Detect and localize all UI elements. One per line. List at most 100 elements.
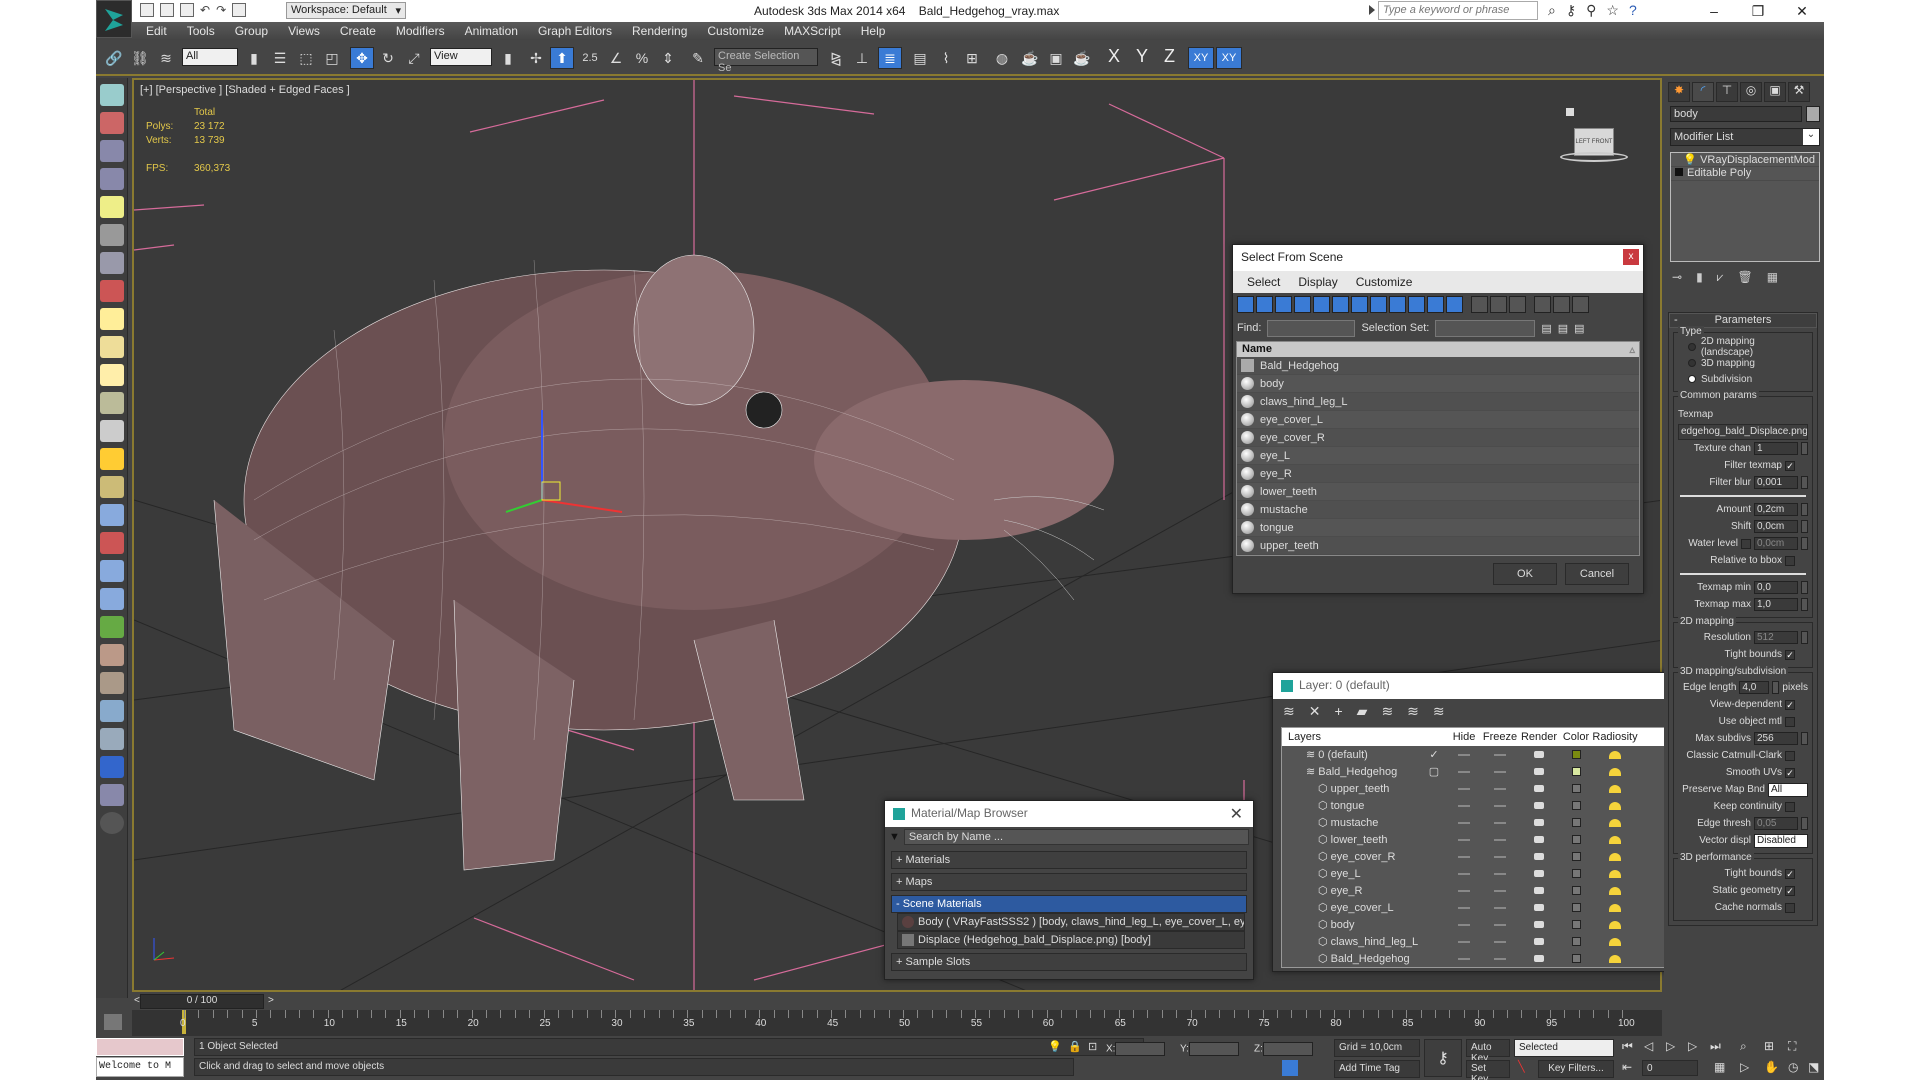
ies-light-icon[interactable]	[99, 420, 124, 442]
find-input[interactable]	[1267, 319, 1356, 337]
key-filter-icon[interactable]: ╲	[1518, 1060, 1525, 1073]
region-render-icon[interactable]	[99, 756, 124, 778]
select-rotate-icon[interactable]: ↻	[376, 47, 400, 69]
use-object-mtl-checkbox[interactable]: Use object mtl	[1678, 713, 1808, 730]
layer-manager-icon[interactable]: ≣	[878, 47, 902, 69]
bind-space-warp-icon[interactable]: ≋	[154, 47, 178, 69]
render-toggle-icon[interactable]	[1518, 783, 1560, 795]
hierarchy-tab-icon[interactable]: ⊤	[1716, 82, 1738, 102]
pin-stack-icon[interactable]: ⊸	[1672, 270, 1682, 285]
viewcube[interactable]: LEFT FRONT	[1560, 108, 1630, 168]
select-manipulate-icon[interactable]: ✢	[524, 47, 548, 69]
layer-name[interactable]: ⬡ eye_cover_L	[1282, 901, 1422, 914]
percent-snap-icon[interactable]: %	[630, 47, 654, 69]
layer-name[interactable]: ≋ Bald_Hedgehog	[1282, 765, 1422, 778]
freeze-all-layers-icon[interactable]: ≋	[1433, 703, 1445, 719]
display-hidden-icon[interactable]	[1446, 296, 1463, 313]
freeze-toggle[interactable]	[1482, 851, 1518, 863]
object-list-item[interactable]: upper_teeth	[1237, 537, 1639, 555]
display-lights-icon[interactable]	[1275, 296, 1292, 313]
hide-toggle[interactable]	[1446, 800, 1482, 812]
help-circle-icon[interactable]	[99, 812, 124, 834]
axis-z-constraint[interactable]: Z	[1164, 46, 1175, 67]
radiosity-toggle-icon[interactable]	[1592, 868, 1638, 880]
align-icon[interactable]: ⊥	[850, 47, 874, 69]
render-production-icon[interactable]: ☕	[1070, 47, 1094, 69]
key-filters-button[interactable]: Key Filters...	[1538, 1060, 1614, 1078]
cancel-button[interactable]: Cancel	[1565, 563, 1629, 585]
menu-customize[interactable]: Customize	[697, 22, 774, 40]
freeze-toggle[interactable]	[1482, 766, 1518, 778]
delete-layer-icon[interactable]: ✕	[1309, 703, 1321, 719]
expand-icon[interactable]	[1675, 168, 1683, 176]
vfb-icon[interactable]	[99, 728, 124, 750]
type-2d-mapping-radio[interactable]: 2D mapping (landscape)	[1678, 336, 1808, 358]
selection-lock-icon[interactable]: 🔒	[1068, 1040, 1082, 1053]
menu-tools[interactable]: Tools	[177, 22, 225, 40]
object-list-item[interactable]: lower_teeth	[1237, 483, 1639, 501]
freeze-toggle[interactable]	[1482, 749, 1518, 761]
absolute-mode-icon[interactable]: ⊡	[1088, 1040, 1097, 1053]
menu-help[interactable]: Help	[851, 22, 896, 40]
layer-color-swatch[interactable]	[1560, 749, 1592, 761]
reference-coord-dropdown[interactable]: View	[430, 48, 492, 66]
layer-name[interactable]: ⬡ mustache	[1282, 816, 1422, 829]
motion-tab-icon[interactable]: ◎	[1740, 82, 1762, 102]
grass-icon[interactable]	[99, 616, 124, 638]
display-helpers-icon[interactable]	[1313, 296, 1330, 313]
material-editor-icon[interactable]: ◍	[990, 47, 1014, 69]
create-tab-icon[interactable]: ✸	[1668, 82, 1690, 102]
layer-color-swatch[interactable]	[1560, 851, 1592, 863]
select-move-icon[interactable]: ✥	[350, 47, 374, 69]
object-list-item[interactable]: eye_cover_L	[1237, 411, 1639, 429]
camera-target-icon[interactable]	[99, 252, 124, 274]
search-expand-icon[interactable]	[1369, 5, 1375, 15]
auto-key-button[interactable]: Auto Key	[1466, 1039, 1510, 1064]
time-tag-icon[interactable]	[1282, 1060, 1298, 1076]
filter-selected-icon[interactable]	[1553, 296, 1570, 313]
radiosity-toggle-icon[interactable]	[1592, 936, 1638, 948]
render-toggle-icon[interactable]	[1518, 919, 1560, 931]
export-icon[interactable]	[99, 784, 124, 806]
object-list-item[interactable]: body	[1237, 375, 1639, 393]
object-list-item[interactable]: claws_hind_leg_L	[1237, 393, 1639, 411]
menu-maxscript[interactable]: MAXScript	[774, 22, 851, 40]
type-subdivision-radio[interactable]: Subdivision	[1678, 371, 1808, 387]
display-containers-icon[interactable]	[1408, 296, 1425, 313]
zoom-icon[interactable]: ⌕	[1740, 1039, 1747, 1054]
display-all-icon[interactable]	[1471, 296, 1488, 313]
render-toggle-icon[interactable]	[1518, 953, 1560, 965]
redo-icon[interactable]: ↷	[216, 3, 226, 17]
layer-name[interactable]: ⬡ eye_cover_R	[1282, 850, 1422, 863]
hide-toggle[interactable]	[1446, 749, 1482, 761]
axis-xy-snap-constraint[interactable]: XY	[1216, 47, 1242, 69]
display-groups-icon[interactable]	[1351, 296, 1368, 313]
spinner-snap-icon[interactable]: ⇕	[656, 47, 680, 69]
radiosity-toggle-icon[interactable]	[1592, 885, 1638, 897]
radiosity-toggle-icon[interactable]	[1592, 817, 1638, 829]
maps-section[interactable]: + Maps	[891, 873, 1247, 891]
layer-color-swatch[interactable]	[1560, 936, 1592, 948]
isolate-selection-icon[interactable]: 💡	[1048, 1040, 1062, 1053]
curve-editor-icon[interactable]: ⌇	[934, 47, 958, 69]
select-by-name-icon[interactable]: ☰	[268, 47, 292, 69]
layer-name[interactable]: ⬡ claws_hind_leg_L	[1282, 935, 1422, 948]
help-search-input[interactable]: Type a keyword or phrase	[1378, 1, 1538, 20]
render-setup-icon[interactable]: ☕	[1018, 47, 1042, 69]
display-spacewarps-icon[interactable]	[1332, 296, 1349, 313]
time-configuration-icon[interactable]: ▦	[1714, 1060, 1725, 1074]
object-list-item[interactable]: eye_cover_R	[1237, 429, 1639, 447]
open-file-icon[interactable]	[160, 3, 174, 17]
layer-name[interactable]: ⬡ upper_teeth	[1282, 782, 1422, 795]
radiosity-toggle-icon[interactable]	[1592, 800, 1638, 812]
next-frame-icon[interactable]: >	[268, 995, 274, 1006]
col-color[interactable]: Color	[1560, 731, 1592, 743]
stack-item-vray-displacement[interactable]: 💡 VRayDisplacementMod	[1671, 153, 1819, 167]
layer-name[interactable]: ⬡ eye_L	[1282, 867, 1422, 880]
plane-light-icon[interactable]	[99, 308, 124, 330]
menu-customize[interactable]: Customize	[1356, 275, 1413, 289]
prev-frame-icon[interactable]: <	[134, 995, 140, 1006]
close-button[interactable]: ✕	[1780, 0, 1824, 22]
hide-all-layers-icon[interactable]: ≋	[1407, 703, 1419, 719]
link-icon[interactable]: 🔗	[102, 47, 126, 69]
